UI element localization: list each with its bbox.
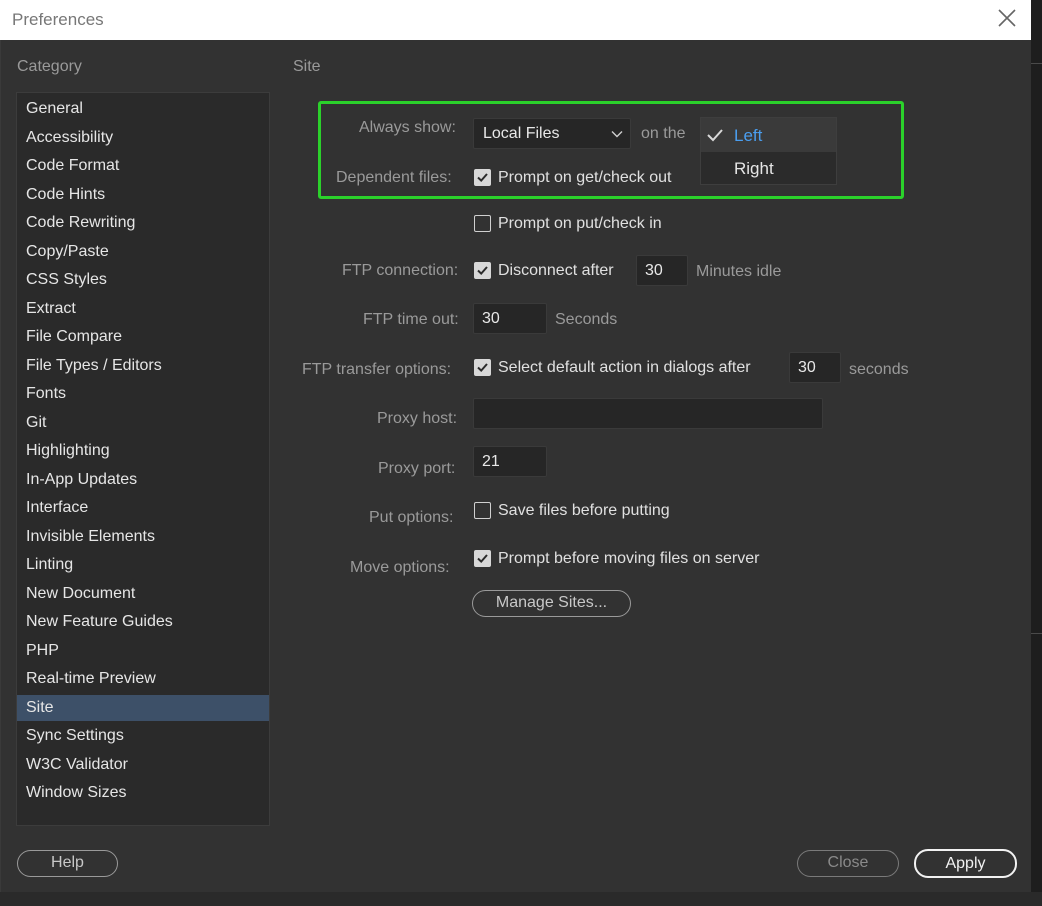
sidebar-item-new-document[interactable]: New Document xyxy=(17,581,269,607)
dependent-files-label: Dependent files: xyxy=(336,169,452,186)
sidebar-item-real-time-preview[interactable]: Real-time Preview xyxy=(17,666,269,692)
disconnect-after-label: Disconnect after xyxy=(498,262,614,279)
category-list[interactable]: General Accessibility Code Format Code Hint… xyxy=(16,92,270,826)
prompt-move-label: Prompt before moving files on server xyxy=(498,550,760,567)
sidebar-item-code-rewriting[interactable]: Code Rewriting xyxy=(17,210,269,236)
sidebar-item-file-types-editors[interactable]: File Types / Editors xyxy=(17,353,269,379)
sidebar-item-general[interactable]: General xyxy=(17,96,269,122)
window-title: Preferences xyxy=(12,10,104,29)
sidebar-item-git[interactable]: Git xyxy=(17,410,269,436)
sidebar-item-php[interactable]: PHP xyxy=(17,638,269,664)
background-window-edge xyxy=(1031,0,1042,906)
help-button[interactable]: Help xyxy=(17,850,118,877)
save-before-put-checkbox[interactable] xyxy=(474,502,491,519)
save-before-put-label: Save files before putting xyxy=(498,502,670,519)
sidebar-item-code-hints[interactable]: Code Hints xyxy=(17,182,269,208)
sidebar-item-in-app-updates[interactable]: In-App Updates xyxy=(17,467,269,493)
site-heading: Site xyxy=(293,58,321,75)
minutes-idle-label: Minutes idle xyxy=(696,263,782,280)
on-the-label: on the xyxy=(641,125,686,142)
sidebar-item-file-compare[interactable]: File Compare xyxy=(17,324,269,350)
sidebar-item-sync-settings[interactable]: Sync Settings xyxy=(17,723,269,749)
sidebar-item-w3c-validator[interactable]: W3C Validator xyxy=(17,752,269,778)
sidebar-item-extract[interactable]: Extract xyxy=(17,296,269,322)
dialog-seconds-input[interactable]: 30 xyxy=(789,352,841,383)
manage-sites-button[interactable]: Manage Sites... xyxy=(472,590,631,617)
apply-button[interactable]: Apply xyxy=(914,849,1017,878)
side-dropdown-menu[interactable]: Left Right xyxy=(700,117,837,185)
ftp-connection-label: FTP connection: xyxy=(342,262,459,279)
move-options-label: Move options: xyxy=(350,559,450,576)
sidebar-item-site[interactable]: Site xyxy=(17,694,269,721)
put-options-label: Put options: xyxy=(369,509,454,526)
close-icon[interactable] xyxy=(995,6,1019,30)
chevron-down-icon xyxy=(611,131,623,138)
menu-item-left-label: Left xyxy=(734,126,763,145)
title-bar: Preferences xyxy=(0,0,1031,40)
proxy-host-label: Proxy host: xyxy=(377,410,458,427)
sidebar-item-new-feature-guides[interactable]: New Feature Guides xyxy=(17,609,269,635)
ftp-transfer-label: FTP transfer options: xyxy=(302,361,452,378)
proxy-host-input[interactable] xyxy=(473,398,823,429)
prompt-put-label: Prompt on put/check in xyxy=(498,215,662,232)
sidebar-item-accessibility[interactable]: Accessibility xyxy=(17,125,269,151)
ftp-timeout-input[interactable]: 30 xyxy=(473,303,547,334)
sidebar-item-css-styles[interactable]: CSS Styles xyxy=(17,267,269,293)
sidebar-item-fonts[interactable]: Fonts xyxy=(17,381,269,407)
sidebar-item-interface[interactable]: Interface xyxy=(17,495,269,521)
prompt-put-checkbox[interactable] xyxy=(474,215,491,232)
default-action-checkbox[interactable] xyxy=(474,359,491,376)
ftp-timeout-label: FTP time out: xyxy=(363,311,459,328)
sidebar-item-copy-paste[interactable]: Copy/Paste xyxy=(17,239,269,265)
prompt-get-label: Prompt on get/check out xyxy=(498,169,672,186)
proxy-port-input[interactable]: 21 xyxy=(473,446,547,477)
seconds-label: Seconds xyxy=(555,311,618,328)
always-show-label: Always show: xyxy=(359,119,456,136)
idle-minutes-input[interactable]: 30 xyxy=(636,255,688,286)
checkmark-icon xyxy=(707,129,723,142)
dialog-seconds-label: seconds xyxy=(849,361,909,378)
dialog-bottom-edge xyxy=(0,892,1042,906)
prompt-get-checkbox[interactable] xyxy=(474,169,491,186)
sidebar-item-window-sizes[interactable]: Window Sizes xyxy=(17,780,269,806)
prompt-move-checkbox[interactable] xyxy=(474,550,491,567)
category-heading: Category xyxy=(17,58,82,75)
sidebar-item-highlighting[interactable]: Highlighting xyxy=(17,438,269,464)
sidebar-item-linting[interactable]: Linting xyxy=(17,552,269,578)
sidebar-item-code-format[interactable]: Code Format xyxy=(17,153,269,179)
always-show-select[interactable]: Local Files xyxy=(473,118,631,149)
disconnect-after-checkbox[interactable] xyxy=(474,262,491,279)
menu-item-right[interactable]: Right xyxy=(734,159,774,179)
always-show-value: Local Files xyxy=(483,125,560,142)
close-button[interactable]: Close xyxy=(797,850,899,877)
default-action-label: Select default action in dialogs after xyxy=(498,359,751,376)
proxy-port-label: Proxy port: xyxy=(378,460,456,477)
sidebar-item-invisible-elements[interactable]: Invisible Elements xyxy=(17,524,269,550)
